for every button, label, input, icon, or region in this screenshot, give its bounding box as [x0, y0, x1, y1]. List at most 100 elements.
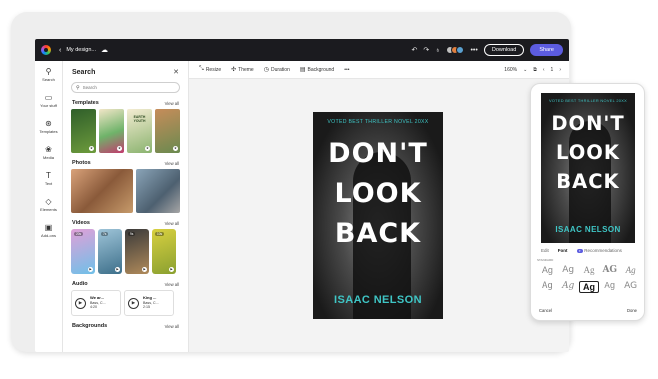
audio-card[interactable]: ▶ We ar... Bass, C... 4:20: [71, 290, 121, 316]
audio-artist: Bass, C...: [143, 300, 159, 305]
view-all-link[interactable]: View all: [165, 101, 179, 106]
phone-book-cover[interactable]: VOTED BEST THRILLER NOVEL 20XX DON'T LOO…: [541, 93, 635, 243]
more-options-icon[interactable]: •••: [470, 47, 477, 54]
pages-icon[interactable]: ⧉: [533, 67, 537, 73]
font-option[interactable]: Ag: [558, 265, 579, 275]
template-thumbnail[interactable]: ♛: [99, 109, 124, 153]
font-sample: Ag: [582, 282, 595, 292]
redo-icon[interactable]: ↷: [423, 46, 429, 54]
tab-font[interactable]: Font: [558, 248, 568, 253]
ai-badge-icon: ✦: [576, 249, 584, 253]
theme-icon: ✣: [231, 67, 237, 73]
undo-icon[interactable]: ↶: [411, 46, 417, 54]
resize-button[interactable]: ⤡ Resize: [199, 66, 221, 73]
backgrounds-section-header: Backgrounds View all: [63, 323, 188, 329]
rail-item-search[interactable]: ⚲ Search: [35, 67, 62, 87]
cover-title-line[interactable]: BACK: [313, 218, 443, 249]
cover-title-line[interactable]: LOOK: [313, 178, 443, 209]
folder-icon: ▭: [44, 93, 53, 102]
audio-info: We ar... Bass, C... 4:20: [90, 296, 106, 310]
duration-button[interactable]: ◷ Duration: [264, 66, 290, 74]
font-option-selected[interactable]: Ag: [578, 281, 600, 293]
play-icon[interactable]: ▶: [75, 297, 86, 309]
video-thumbnail[interactable]: 10s ▶: [152, 229, 176, 274]
font-option[interactable]: AG: [620, 281, 641, 293]
font-option[interactable]: AG: [599, 265, 620, 275]
template-thumbnail[interactable]: ♛: [155, 109, 180, 153]
play-icon[interactable]: ▶: [128, 297, 139, 309]
templates-icon: ⊛: [45, 119, 52, 128]
font-sample: Ag: [541, 281, 553, 291]
premium-badge-icon: ♛: [117, 146, 122, 151]
panel-header: Search ✕: [63, 61, 188, 77]
collaborator-avatars[interactable]: [446, 46, 465, 54]
done-button[interactable]: Done: [627, 308, 637, 313]
more-options-icon: •••: [344, 66, 350, 73]
more-tools-button[interactable]: •••: [344, 67, 349, 73]
font-sample: Ag: [583, 265, 595, 275]
video-duration: 7s: [101, 232, 109, 236]
rail-item-label: Text: [44, 181, 53, 186]
section-title: Backgrounds: [72, 323, 108, 329]
audio-card[interactable]: ▶ King ... Bass, C... 2:15: [124, 290, 174, 316]
app-logo-icon[interactable]: [41, 45, 51, 55]
background-icon: ▤: [299, 67, 306, 73]
media-icon: ❀: [45, 145, 52, 154]
prev-page-icon[interactable]: ‹: [543, 67, 545, 73]
font-option[interactable]: Ag: [537, 281, 558, 293]
rail-item-your-stuff[interactable]: ▭ Your stuff: [35, 93, 62, 113]
view-all-link[interactable]: View all: [165, 221, 179, 226]
photo-thumbnail[interactable]: [71, 169, 134, 213]
rail-item-templates[interactable]: ⊛ Templates: [35, 119, 62, 139]
zoom-chevron-icon[interactable]: ⌄: [523, 67, 527, 73]
share-button[interactable]: Share: [530, 44, 563, 56]
rail-item-elements[interactable]: ◇ Elements: [35, 197, 62, 217]
rail-item-addons[interactable]: ▣ Add-ons: [35, 223, 62, 243]
background-button[interactable]: ▤ Background: [299, 66, 334, 74]
search-icon: ⚲: [45, 67, 52, 76]
font-option[interactable]: Ag: [599, 281, 620, 293]
cover-author[interactable]: ISAAC NELSON: [313, 294, 443, 306]
tab-edit[interactable]: Edit: [541, 248, 549, 253]
templates-section-header: Templates View all: [63, 100, 188, 106]
cancel-button[interactable]: Cancel: [539, 308, 552, 313]
lightbulb-icon[interactable]: ♁: [435, 47, 440, 54]
video-thumbnail[interactable]: 9s ▶: [125, 229, 149, 274]
view-all-link[interactable]: View all: [165, 324, 179, 329]
toolbar-label: Duration: [270, 66, 290, 73]
cover-tagline[interactable]: VOTED BEST THRILLER NOVEL 20XX: [313, 119, 443, 125]
search-field[interactable]: ⚲: [71, 82, 180, 93]
cover-title-line[interactable]: DON'T: [313, 138, 443, 169]
video-thumbnail[interactable]: 20s ▶: [71, 229, 95, 274]
tab-recommendations[interactable]: ✦ Recommendations: [576, 248, 622, 253]
search-input[interactable]: [82, 85, 173, 90]
premium-badge-icon: ♛: [173, 146, 178, 151]
play-icon: ▶: [142, 267, 147, 272]
next-page-icon[interactable]: ›: [559, 67, 561, 73]
view-all-link[interactable]: View all: [165, 161, 179, 166]
theme-button[interactable]: ✣ Theme: [231, 66, 254, 74]
section-title: Videos: [72, 220, 90, 226]
close-icon[interactable]: ✕: [173, 68, 179, 76]
font-sample: Ag: [541, 265, 553, 275]
font-sample: Ag: [562, 265, 575, 275]
back-chevron-icon[interactable]: ‹: [59, 47, 61, 54]
download-button[interactable]: Download: [483, 44, 525, 56]
font-option[interactable]: Ag: [579, 265, 600, 275]
photo-thumbnail[interactable]: [136, 169, 180, 213]
search-panel: Search ✕ ⚲ Templates View all ♛: [63, 61, 189, 352]
template-thumbnail[interactable]: ♛: [71, 109, 96, 153]
font-grid: Ag Ag Ag AG Ag Ag Ag Ag Ag AG: [537, 265, 641, 293]
video-thumbnail[interactable]: 7s ▶: [98, 229, 122, 274]
document-name[interactable]: My design...: [66, 47, 96, 53]
template-thumbnail[interactable]: EARTH YOUTH ♛: [127, 109, 152, 153]
font-option[interactable]: Ag: [558, 281, 579, 293]
book-cover-canvas[interactable]: VOTED BEST THRILLER NOVEL 20XX DON'T LOO…: [313, 112, 443, 319]
font-option[interactable]: Ag: [537, 265, 558, 275]
rail-item-text[interactable]: T Text: [35, 171, 62, 191]
section-title: Templates: [72, 100, 99, 106]
rail-item-media[interactable]: ❀ Media: [35, 145, 62, 165]
view-all-link[interactable]: View all: [165, 282, 179, 287]
font-option[interactable]: Ag: [620, 265, 641, 275]
zoom-level[interactable]: 160%: [504, 67, 517, 73]
